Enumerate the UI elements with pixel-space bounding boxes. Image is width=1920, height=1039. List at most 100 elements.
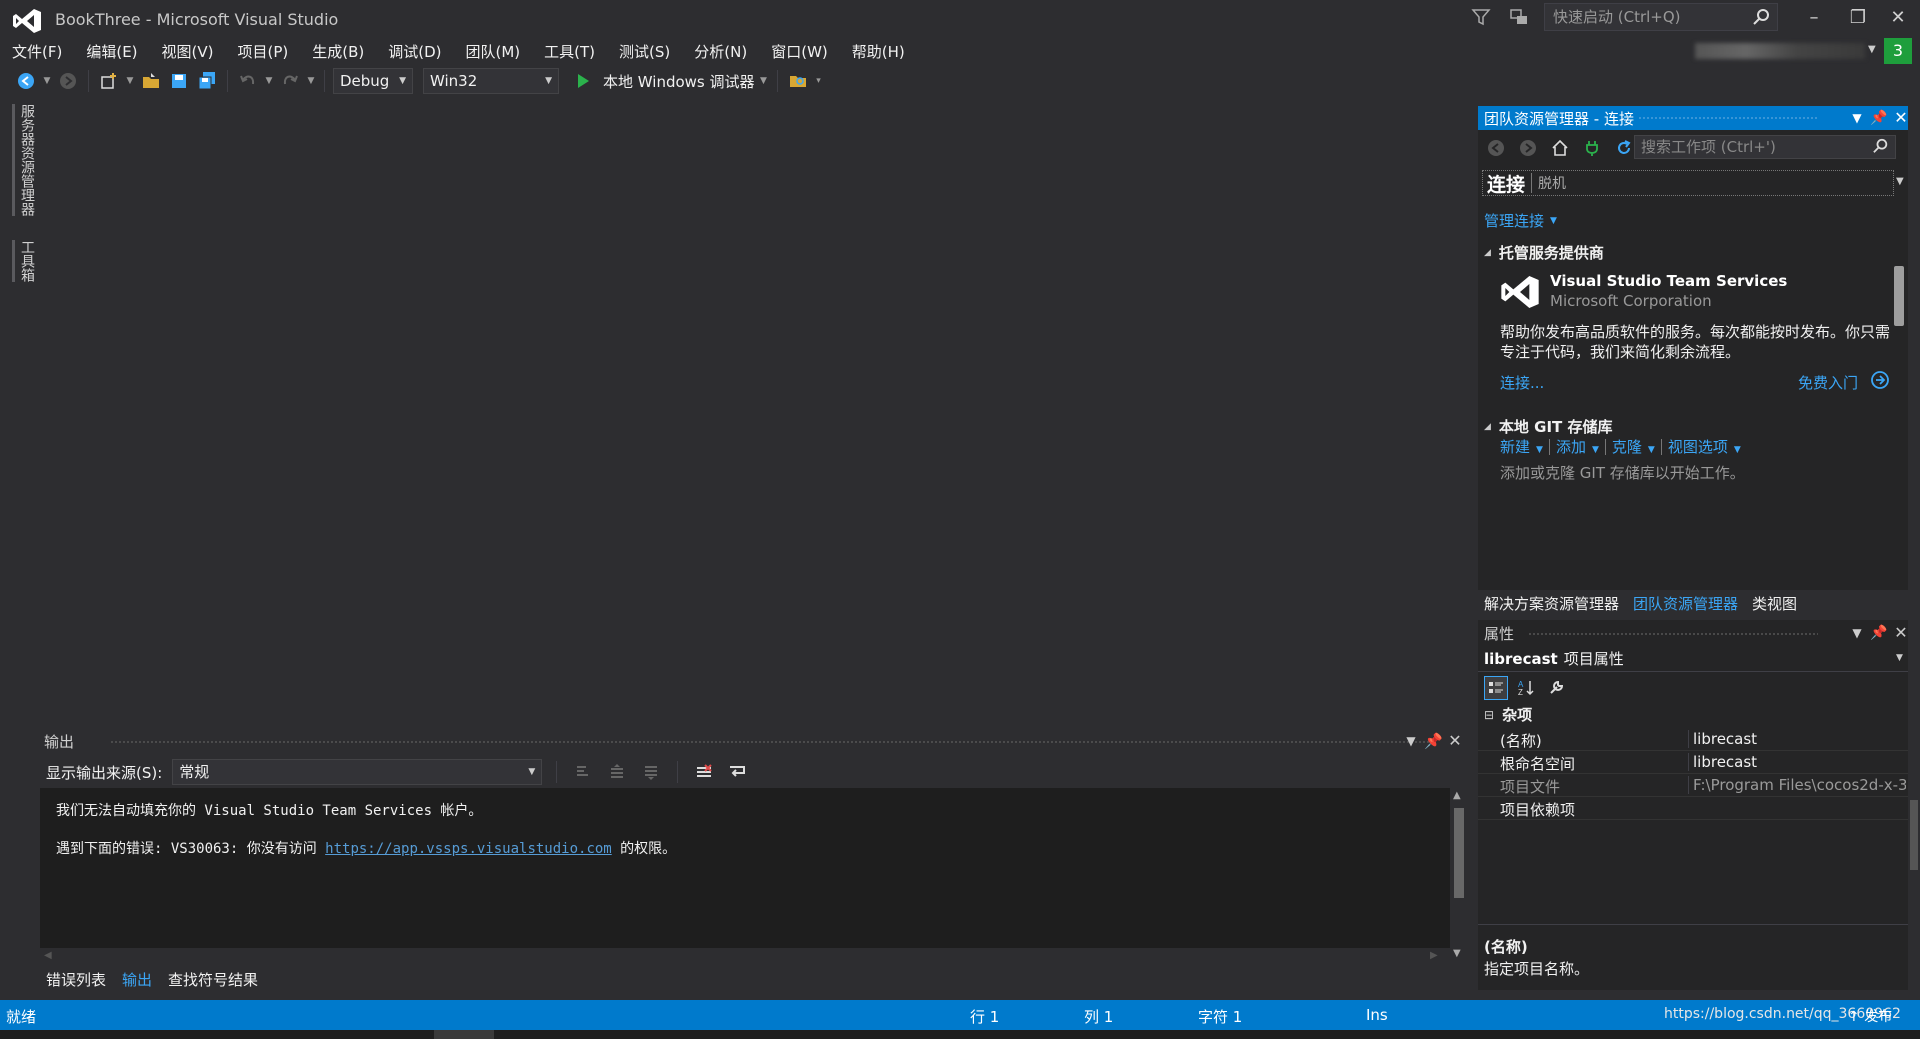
window-position-dropdown-icon[interactable]: ▼ (1848, 111, 1866, 125)
tab-team-explorer[interactable]: 团队资源管理器 (1627, 592, 1745, 616)
panel-drag-grip[interactable] (110, 740, 1430, 744)
property-row-project-file[interactable]: 项目文件 F:\Program Files\cocos2d-x-3. (1478, 774, 1908, 797)
property-row-root-namespace[interactable]: 根命名空间 librecast (1478, 751, 1908, 774)
undo-icon[interactable] (236, 69, 260, 93)
output-horizontal-scrollbar[interactable]: ◀ ▶ (40, 948, 1450, 966)
menu-file[interactable]: 文件(F) (0, 40, 74, 64)
restore-button[interactable]: ❐ (1840, 2, 1876, 34)
chevron-down-icon[interactable]: ▼ (264, 76, 274, 86)
chevron-down-icon[interactable]: ▼ (1896, 176, 1904, 187)
local-git-section-header[interactable]: ◢ 本地 GIT 存储库 (1484, 416, 1613, 437)
solution-configuration-select[interactable]: Debug ▼ (333, 68, 413, 94)
menu-analyze[interactable]: 分析(N) (682, 40, 759, 64)
output-text-area[interactable]: 我们无法自动填充你的 Visual Studio Team Services 帐… (40, 788, 1450, 948)
arrow-right-circle-icon[interactable] (1870, 370, 1890, 390)
close-window-button[interactable]: ✕ (1880, 2, 1916, 34)
menu-edit[interactable]: 编辑(E) (74, 40, 149, 64)
solution-platform-select[interactable]: Win32 ▼ (423, 68, 559, 94)
tab-error-list[interactable]: 错误列表 (40, 968, 112, 992)
menu-view[interactable]: 视图(V) (150, 40, 226, 64)
property-value[interactable]: librecast (1688, 753, 1906, 771)
notification-badge[interactable]: 3 (1884, 38, 1912, 64)
menu-team[interactable]: 团队(M) (454, 40, 533, 64)
save-all-icon[interactable] (195, 69, 219, 93)
forward-arrow-icon[interactable] (56, 69, 80, 93)
pin-icon[interactable]: 📌 (1870, 110, 1888, 126)
property-value[interactable]: librecast (1688, 730, 1906, 748)
chevron-down-icon[interactable]: ▼ (42, 76, 52, 86)
search-icon[interactable] (1873, 138, 1889, 154)
menu-project[interactable]: 项目(P) (226, 40, 301, 64)
properties-scrollbar-thumb[interactable] (1910, 800, 1918, 870)
refresh-icon[interactable] (1612, 136, 1636, 160)
scroll-up-icon[interactable]: ▲ (1453, 790, 1461, 801)
minimize-button[interactable]: – (1796, 2, 1832, 34)
get-started-free-link[interactable]: 免费入门 (1798, 372, 1858, 393)
window-position-dropdown-icon[interactable]: ▼ (1848, 626, 1866, 640)
menu-tools[interactable]: 工具(T) (532, 40, 607, 64)
save-icon[interactable] (167, 69, 191, 93)
chevron-down-icon[interactable]: ▼ (759, 76, 769, 86)
scrollbar-thumb[interactable] (1454, 808, 1464, 898)
git-new-button[interactable]: 新建 ▼ (1500, 436, 1543, 457)
pin-icon[interactable]: 📌 (1870, 625, 1888, 641)
manage-connections-link[interactable]: 管理连接 ▼ (1484, 210, 1557, 231)
toolbox-tab[interactable]: 工具箱 (12, 240, 37, 282)
tab-output[interactable]: 输出 (116, 968, 159, 992)
menu-window[interactable]: 窗口(W) (759, 40, 840, 64)
window-position-dropdown-icon[interactable]: ▼ (1402, 734, 1420, 748)
categorized-icon[interactable] (1484, 676, 1508, 700)
output-source-select[interactable]: 常规 ▼ (172, 759, 543, 785)
property-row-project-dependencies[interactable]: 项目依赖项 (1478, 797, 1908, 820)
page-selector[interactable]: 连接 脱机 (1482, 170, 1894, 196)
git-add-button[interactable]: 添加 ▼ (1556, 436, 1599, 457)
chevron-down-icon[interactable]: ▼ (1868, 44, 1876, 55)
publish-button[interactable]: ↑ 发布 (1848, 1006, 1892, 1026)
account-name-blurred[interactable] (1695, 43, 1865, 59)
pin-icon[interactable]: 📌 (1424, 732, 1443, 750)
menu-test[interactable]: 测试(S) (607, 40, 682, 64)
work-item-search-input[interactable]: 搜索工作项 (Ctrl+') (1634, 135, 1896, 159)
start-debugging-play-icon[interactable] (571, 69, 595, 93)
property-pages-wrench-icon[interactable] (1544, 676, 1568, 700)
quick-launch-input[interactable]: 快速启动 (Ctrl+Q) (1544, 3, 1778, 31)
hosted-providers-section-header[interactable]: ◢ 托管服务提供商 (1484, 242, 1604, 263)
home-icon[interactable] (1548, 136, 1572, 160)
new-project-icon[interactable] (97, 69, 121, 93)
menu-help[interactable]: 帮助(H) (840, 40, 917, 64)
scroll-down-icon[interactable]: ▼ (1453, 948, 1461, 959)
git-clone-button[interactable]: 克隆 ▼ (1612, 436, 1655, 457)
sort-alphabetical-icon[interactable]: AZ (1514, 676, 1538, 700)
feedback-icon[interactable] (1508, 6, 1530, 28)
scroll-left-icon[interactable]: ◀ (44, 950, 52, 961)
forward-arrow-icon[interactable] (1516, 136, 1540, 160)
output-vertical-scrollbar[interactable]: ▲ ▼ (1450, 788, 1468, 966)
chevron-down-icon[interactable]: ▼ (125, 76, 135, 86)
close-icon[interactable]: ✕ (1892, 108, 1910, 127)
back-arrow-icon[interactable] (1484, 136, 1508, 160)
tab-solution-explorer[interactable]: 解决方案资源管理器 (1478, 592, 1625, 616)
menu-debug[interactable]: 调试(D) (376, 40, 453, 64)
panel-drag-grip[interactable] (1528, 632, 1818, 636)
clear-all-icon[interactable] (692, 760, 716, 784)
go-to-location-icon[interactable] (571, 760, 595, 784)
menu-build[interactable]: 生成(B) (300, 40, 376, 64)
previous-message-icon[interactable] (605, 760, 629, 784)
chevron-down-icon[interactable]: ▼ (1896, 653, 1903, 663)
vssps-link[interactable]: https://app.vssps.visualstudio.com (325, 841, 612, 857)
close-icon[interactable]: ✕ (1446, 731, 1464, 750)
tab-find-symbol-results[interactable]: 查找符号结果 (162, 968, 264, 992)
git-view-options-button[interactable]: 视图选项 ▼ (1668, 436, 1741, 457)
connect-plug-icon[interactable] (1580, 136, 1604, 160)
close-icon[interactable]: ✕ (1892, 623, 1910, 642)
search-icon[interactable] (1753, 8, 1771, 26)
back-arrow-icon[interactable] (14, 69, 38, 93)
chevron-down-icon[interactable]: ▼ (306, 76, 316, 86)
tab-class-view[interactable]: 类视图 (1746, 592, 1803, 616)
notification-filter-icon[interactable] (1470, 6, 1492, 28)
redo-icon[interactable] (278, 69, 302, 93)
server-explorer-tab[interactable]: 服务器资源管理器 (12, 104, 37, 216)
panel-drag-grip[interactable] (1638, 116, 1818, 120)
property-category-misc[interactable]: ⊟ 杂项 (1484, 704, 1532, 725)
toggle-word-wrap-icon[interactable] (726, 760, 750, 784)
